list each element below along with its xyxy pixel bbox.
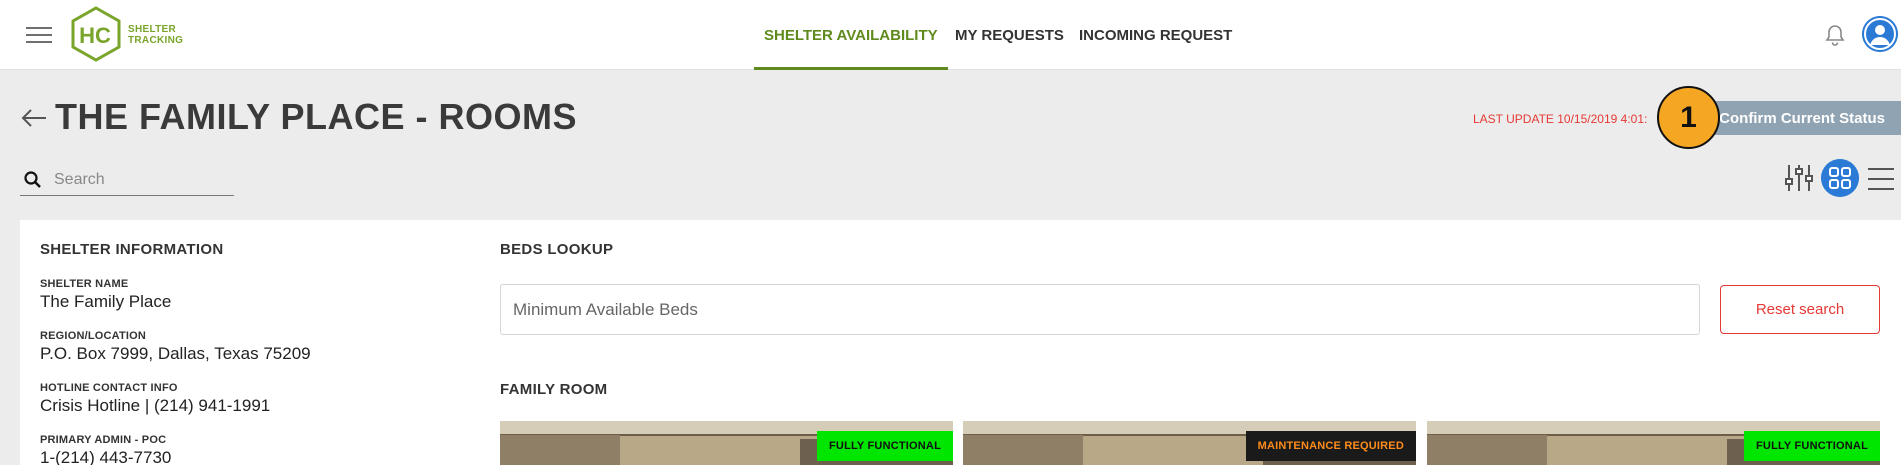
beds-lookup-heading: BEDS LOOKUP — [500, 241, 614, 258]
primary-admin-value: 1-(214) 443-7730 — [40, 448, 172, 465]
room-card[interactable]: FULLY FUNCTIONAL — [500, 421, 953, 465]
step-number-badge: 1 — [1657, 86, 1720, 149]
shelter-name-value: The Family Place — [40, 292, 172, 311]
search-input[interactable] — [54, 167, 229, 193]
logo-text: SHELTER TRACKING — [128, 24, 183, 46]
status-tag: MAINTENANCE REQUIRED — [1245, 431, 1416, 461]
hotline-contact-label: HOTLINE CONTACT INFO — [40, 382, 178, 394]
hamburger-menu-icon[interactable] — [26, 24, 52, 44]
room-card[interactable]: FULLY FUNCTIONAL — [1427, 421, 1880, 465]
reset-search-button[interactable]: Reset search — [1720, 285, 1880, 334]
shelter-information-heading: SHELTER INFORMATION — [40, 241, 224, 258]
nav-my-requests[interactable]: MY REQUESTS — [955, 0, 1064, 70]
region-location-value: P.O. Box 7999, Dallas, Texas 75209 — [40, 344, 311, 363]
shelter-details-card: SHELTER INFORMATION SHELTER NAME The Fam… — [20, 220, 1901, 465]
user-avatar-icon[interactable] — [1862, 16, 1898, 52]
family-room-heading: FAMILY ROOM — [500, 381, 608, 398]
list-view-icon[interactable] — [1866, 165, 1896, 193]
hotline-contact-value: Crisis Hotline | (214) 941-1991 — [40, 396, 271, 415]
status-tag: FULLY FUNCTIONAL — [817, 431, 953, 461]
status-tag: FULLY FUNCTIONAL — [1744, 431, 1880, 461]
logo-text-line2: TRACKING — [128, 35, 184, 46]
nav-shelter-availability[interactable]: SHELTER AVAILABILITY — [754, 0, 948, 70]
svg-text:HC: HC — [79, 23, 111, 48]
page-title: THE FAMILY PLACE - ROOMS — [55, 96, 578, 137]
top-navigation-bar: HC SHELTER TRACKING SHELTER AVAILABILITY… — [0, 0, 1901, 70]
minimum-beds-input[interactable] — [500, 284, 1700, 335]
shelter-name-label: SHELTER NAME — [40, 278, 129, 290]
region-location-label: REGION/LOCATION — [40, 330, 147, 342]
search-icon — [24, 171, 41, 188]
primary-admin-label: PRIMARY ADMIN - POC — [40, 434, 167, 446]
last-update-text: LAST UPDATE 10/15/2019 4:01: — [1473, 112, 1648, 126]
confirm-current-status-button[interactable]: Confirm Current Status — [1712, 101, 1901, 135]
filter-sliders-icon[interactable] — [1784, 163, 1814, 193]
logo-text-line1: SHELTER — [128, 24, 177, 35]
back-arrow-icon[interactable] — [20, 107, 48, 129]
grid-view-icon[interactable] — [1821, 159, 1859, 197]
notification-bell-icon[interactable] — [1823, 23, 1847, 47]
hc-logo: HC — [71, 6, 121, 62]
search-bar — [20, 165, 234, 196]
nav-incoming-request[interactable]: INCOMING REQUEST — [1079, 0, 1232, 70]
room-card[interactable]: MAINTENANCE REQUIRED — [963, 421, 1416, 465]
